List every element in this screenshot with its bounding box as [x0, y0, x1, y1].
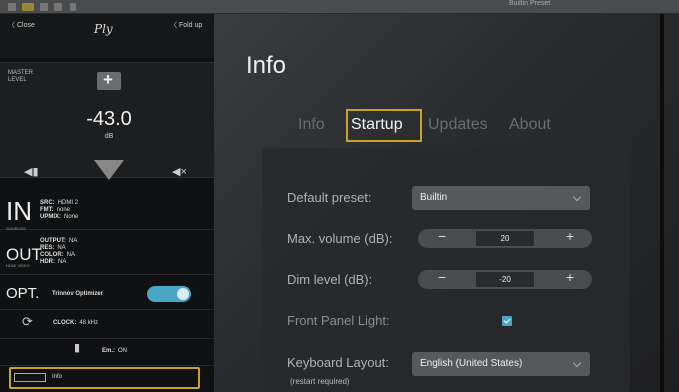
volume-unit: dB: [104, 133, 114, 140]
clock-icon: ⟳: [22, 314, 33, 329]
input-details: SRC: HDMI 2 FMT: none UPMIX: None: [40, 200, 79, 220]
volume-value: -43.0: [86, 108, 132, 130]
volume-down-speaker-icon[interactable]: ◀︎▮: [24, 165, 39, 178]
optimizer-toggle[interactable]: [147, 286, 191, 302]
max-volume-minus-button[interactable]: −: [438, 228, 446, 244]
max-volume-plus-button[interactable]: +: [566, 228, 574, 244]
default-preset-dropdown[interactable]: Builtin: [412, 186, 590, 210]
front-panel-light-checkbox[interactable]: [502, 316, 512, 326]
info-nav-icon: [14, 373, 46, 382]
fold-up-button[interactable]: 〈 Fold up: [170, 20, 202, 30]
output-details: OUTPUT: NA RES: NA COLOR: NA HDR: NA: [40, 238, 78, 265]
volume-down-button[interactable]: [94, 160, 124, 180]
brand-logo: Ply: [94, 22, 113, 36]
toolbar-icon[interactable]: [54, 3, 62, 11]
close-button[interactable]: 〈 Close: [8, 20, 35, 30]
em-icon: ▮: [74, 342, 81, 354]
dim-level-stepper: − -20 +: [418, 269, 592, 289]
selected-icon[interactable]: [22, 3, 34, 11]
opt-label: OPT.: [6, 285, 40, 302]
out-label: OUT: [6, 245, 42, 264]
max-volume-stepper: − 20 +: [418, 228, 592, 248]
window-topbar: Builtin Preset: [0, 0, 679, 14]
tab-info[interactable]: Info: [298, 116, 325, 134]
default-preset-label: Default preset:: [287, 190, 372, 205]
restart-required-note: (restart required): [290, 377, 350, 386]
keyboard-layout-dropdown[interactable]: English (United States): [412, 352, 590, 376]
tab-focus-frame: [346, 109, 422, 142]
max-volume-value[interactable]: 20: [476, 231, 534, 246]
menu-icon[interactable]: [8, 3, 16, 11]
tab-about[interactable]: About: [509, 116, 551, 134]
toolbar-icon[interactable]: [40, 3, 48, 11]
dim-level-value[interactable]: -20: [476, 272, 534, 287]
info-nav-label: Info: [52, 374, 63, 380]
input-row: [0, 190, 214, 230]
mute-icon[interactable]: ◀×: [172, 165, 187, 178]
keyboard-layout-label: Keyboard Layout:: [287, 355, 389, 370]
max-volume-label: Max. volume (dB):: [287, 231, 393, 246]
page-title: Info: [246, 52, 287, 79]
hdmi-video-tag: HDMI VIDEO: [6, 263, 30, 268]
clock-info: CLOCK: 48 kHz: [53, 320, 99, 326]
app-root: Builtin Preset 〈 Close Ply 〈 Fold up MAS…: [0, 0, 679, 392]
front-panel-light-label: Front Panel Light:: [287, 313, 390, 328]
dim-level-label: Dim level (dB):: [287, 272, 373, 287]
dim-level-plus-button[interactable]: +: [566, 269, 574, 285]
scrollbar[interactable]: [660, 14, 664, 392]
toolbar-icon[interactable]: [70, 3, 76, 11]
master-level-label: MASTER LEVEL: [8, 70, 34, 83]
optimizer-label: Trinnov Optimizer: [52, 291, 104, 297]
dim-level-minus-button[interactable]: −: [438, 269, 446, 285]
in-label: IN: [6, 196, 32, 226]
tab-updates[interactable]: Updates: [428, 116, 488, 134]
preset-hint: Builtin Preset: [509, 0, 551, 7]
em-info: Em.: ON: [102, 348, 128, 354]
volume-up-button[interactable]: [97, 70, 121, 90]
